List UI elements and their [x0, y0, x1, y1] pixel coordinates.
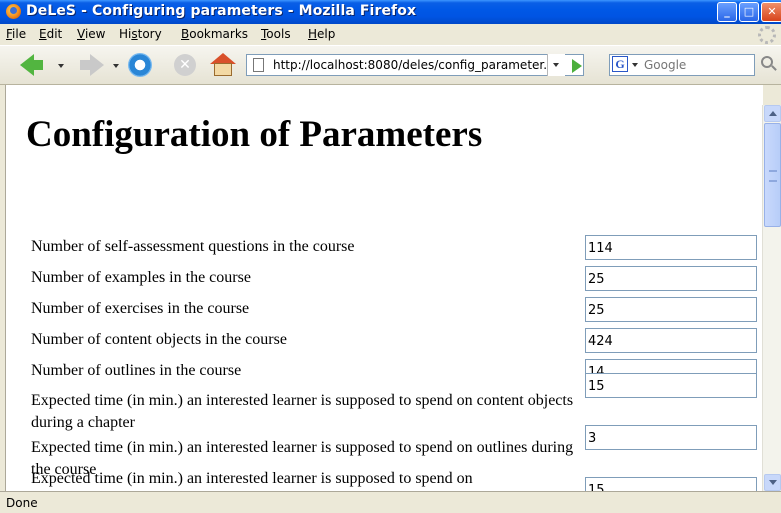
scroll-thumb[interactable]	[764, 123, 781, 227]
chevron-down-icon	[769, 480, 777, 485]
go-icon[interactable]	[572, 59, 582, 73]
magnifier-icon[interactable]	[761, 56, 773, 68]
menu-help[interactable]: Help	[308, 27, 335, 41]
vertical-scrollbar[interactable]	[762, 105, 781, 491]
param-label: Number of examples in the course	[31, 269, 251, 286]
back-icon-tail[interactable]	[33, 60, 43, 70]
window-title: DeLeS - Configuring parameters - Mozilla…	[26, 3, 417, 19]
url-history-dropdown[interactable]	[547, 54, 565, 76]
chevron-down-icon	[553, 63, 559, 67]
forward-history-dropdown-icon[interactable]	[113, 64, 119, 68]
param-input[interactable]	[585, 235, 757, 260]
forward-icon-tail[interactable]	[80, 60, 90, 70]
page-icon	[253, 58, 264, 72]
page-title: Configuration of Parameters	[26, 114, 483, 155]
menu-edit-label: dit	[46, 27, 63, 41]
minimize-button[interactable]: _	[717, 2, 737, 22]
throbber-icon	[758, 26, 776, 44]
param-input[interactable]	[585, 328, 757, 353]
scroll-up-button[interactable]	[764, 105, 781, 122]
menu-bookmarks-label: ookmarks	[189, 27, 249, 41]
param-label: Expected time (in min.) an interested le…	[31, 392, 574, 431]
param-label: Number of outlines in the course	[31, 362, 242, 379]
menu-bookmarks[interactable]: Bookmarks	[181, 27, 248, 41]
search-engine-dropdown-icon[interactable]	[632, 63, 638, 67]
menu-bar: File Edit View History Bookmarks Tools H…	[0, 24, 781, 45]
stop-icon[interactable]: ✕	[174, 54, 196, 76]
url-bar[interactable]: http://localhost:8080/deles/config_param…	[246, 54, 584, 76]
maximize-button[interactable]: □	[739, 2, 759, 22]
menu-edit[interactable]: Edit	[39, 27, 62, 41]
forward-icon[interactable]	[90, 54, 104, 76]
param-input[interactable]	[585, 266, 757, 291]
status-bar: Done	[0, 491, 781, 513]
google-engine-icon[interactable]: G	[612, 56, 628, 72]
search-input[interactable]	[644, 56, 752, 74]
search-box[interactable]: G	[609, 54, 755, 76]
menu-history-label: tory	[137, 27, 162, 41]
menu-tools[interactable]: Tools	[261, 27, 291, 41]
menu-tools-label: ools	[266, 27, 291, 41]
menu-file[interactable]: File	[6, 27, 26, 41]
param-label: Number of self-assessment questions in t…	[31, 238, 355, 255]
scroll-down-button[interactable]	[764, 474, 781, 491]
param-input[interactable]	[585, 425, 757, 450]
param-label: Number of content objects in the course	[31, 331, 287, 348]
page-content: Configuration of Parameters Number of se…	[5, 85, 763, 491]
param-label: Expected time (in min.) an interested le…	[31, 470, 473, 487]
menu-view-label: iew	[84, 27, 106, 41]
firefox-icon	[6, 4, 21, 19]
home-icon[interactable]	[210, 53, 236, 77]
menu-history[interactable]: History	[119, 27, 162, 41]
home-icon-body	[214, 63, 232, 76]
menu-bookmarks-mnemonic: B	[181, 27, 190, 41]
param-input[interactable]	[585, 477, 757, 491]
status-text: Done	[6, 496, 38, 510]
menu-edit-mnemonic: E	[39, 27, 47, 41]
navigation-toolbar: ✕ http://localhost:8080/deles/config_par…	[0, 45, 781, 85]
close-button[interactable]: ✕	[761, 2, 781, 22]
url-text[interactable]: http://localhost:8080/deles/config_param…	[273, 58, 547, 72]
back-icon[interactable]	[20, 54, 34, 76]
chevron-up-icon	[769, 111, 777, 116]
param-input[interactable]	[585, 297, 757, 322]
menu-view[interactable]: View	[77, 27, 105, 41]
menu-help-mnemonic: H	[308, 27, 318, 41]
menu-history-prefix: Hi	[119, 27, 132, 41]
menu-help-label: elp	[317, 27, 336, 41]
back-history-dropdown-icon[interactable]	[58, 64, 64, 68]
menu-file-label: ile	[12, 27, 27, 41]
menu-view-mnemonic: V	[77, 27, 85, 41]
param-label: Number of exercises in the course	[31, 300, 250, 317]
reload-icon[interactable]	[128, 53, 152, 77]
title-bar: DeLeS - Configuring parameters - Mozilla…	[0, 0, 781, 24]
param-input[interactable]	[585, 373, 757, 398]
